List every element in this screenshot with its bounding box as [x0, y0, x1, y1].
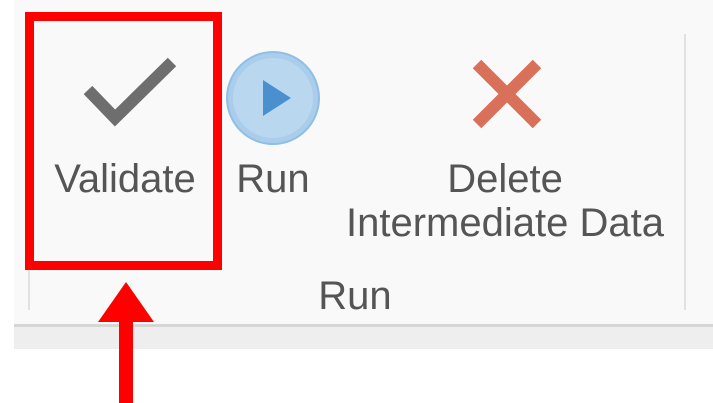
- run-button[interactable]: Run: [225, 28, 335, 253]
- delete-intermediate-data-button[interactable]: Delete Intermediate Data: [345, 28, 665, 253]
- delete-label-line2: Intermediate Data: [346, 201, 664, 245]
- delete-x-icon: [467, 54, 547, 134]
- delete-label-line1: Delete: [447, 157, 563, 201]
- run-label: Run: [236, 157, 310, 201]
- group-divider-right: [684, 34, 686, 310]
- highlight-arrow-icon: [96, 282, 156, 403]
- play-icon: [225, 50, 321, 146]
- checkmark-icon: [80, 50, 180, 130]
- ribbon-group-label: Run: [318, 274, 392, 318]
- validate-label: Validate: [54, 157, 196, 201]
- group-divider-left: [28, 34, 30, 310]
- screenshot-canvas: Validate Run Delete Intermediate Data Ru…: [0, 0, 713, 403]
- validate-button[interactable]: Validate: [40, 28, 210, 253]
